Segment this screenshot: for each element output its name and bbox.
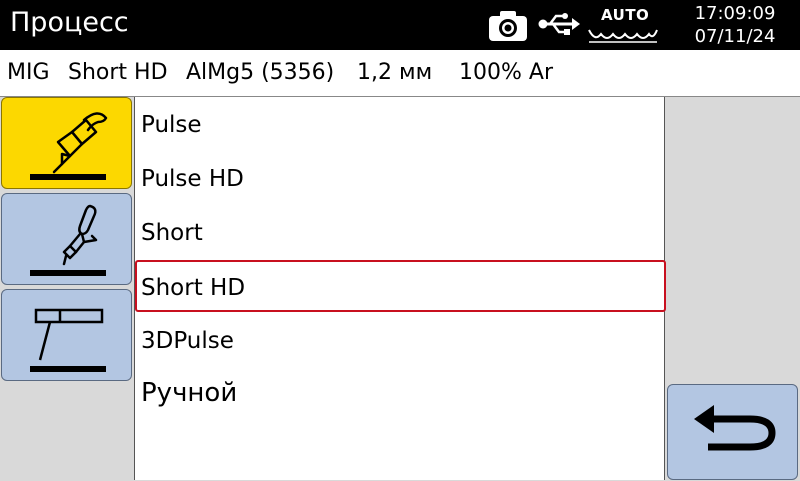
list-item-manual[interactable]: Ручной [135,367,666,419]
clock-time: 17:09:09 [694,3,776,24]
mig-tool-button[interactable] [1,97,132,189]
auto-icon: AUTO [587,4,659,46]
mig-torch-icon [30,112,108,180]
page-title: Процесс [10,7,129,38]
clock-date: 07/11/24 [694,26,776,47]
process-mode: Short HD [68,60,168,85]
tig-torch-icon [30,204,106,276]
wave-icon [588,29,658,43]
camera-icon[interactable] [488,10,528,42]
process-type: MIG [7,60,50,85]
status-bar: Процесс AUTO 17:09:09 07/11/24 [0,0,800,50]
back-button[interactable] [667,384,798,480]
wire-diameter: 1,2 мм [357,60,433,85]
tig-tool-button[interactable] [1,193,132,285]
list-item-3dpulse[interactable]: 3DPulse [135,315,666,367]
back-arrow-icon [694,405,776,451]
mma-tool-button[interactable] [1,289,132,381]
list-item-short[interactable]: Short [135,207,666,259]
list-item-short-hd[interactable]: Short HD [135,260,666,312]
process-info-bar: MIG Short HD AlMg5 (5356) 1,2 мм 100% Ar [0,50,800,97]
list-item-pulse-hd[interactable]: Pulse HD [135,153,666,205]
wire-material: AlMg5 (5356) [186,60,335,85]
shielding-gas: 100% Ar [459,60,553,85]
usb-icon [538,13,580,35]
auto-label: AUTO [601,6,650,24]
list-item-pulse[interactable]: Pulse [135,99,666,151]
process-list: Pulse Pulse HD Short Short HD 3DPulse Ру… [134,97,666,480]
mma-electrode-icon [30,308,106,372]
